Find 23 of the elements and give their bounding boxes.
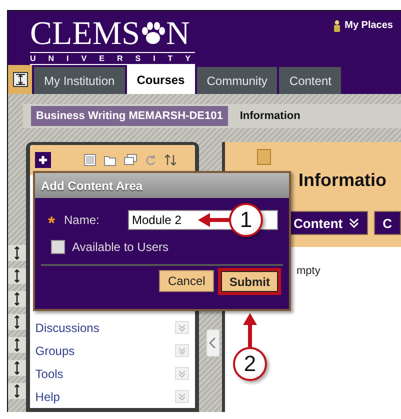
logo-text: N bbox=[166, 17, 190, 51]
nav-tab[interactable]: My Institution bbox=[34, 67, 125, 94]
content-action-button[interactable]: C bbox=[374, 211, 401, 235]
nav-tab[interactable]: Content bbox=[279, 67, 342, 94]
page-breadcrumb: Information bbox=[240, 110, 300, 122]
dialog-button[interactable]: Submit bbox=[218, 268, 281, 295]
empty-message: mpty bbox=[296, 265, 320, 277]
dialog-button[interactable]: Cancel bbox=[158, 270, 214, 292]
page-title: Informatio bbox=[298, 170, 386, 191]
course-menu-item[interactable]: Help bbox=[30, 385, 195, 408]
name-label: Name: bbox=[64, 213, 100, 227]
course-menu-item[interactable]: Tools bbox=[30, 362, 195, 385]
required-mark: * bbox=[48, 212, 56, 232]
course-breadcrumb[interactable]: Business Writing MEMARSH-DE101 bbox=[31, 106, 228, 126]
course-menu-item[interactable]: Discussions bbox=[30, 316, 195, 339]
checkbox-label: Available to Users bbox=[72, 240, 168, 254]
logo-subtitle: UNIVERSITY bbox=[30, 52, 195, 65]
logo-text: CLEMS bbox=[30, 17, 140, 51]
course-menu-item[interactable]: Groups bbox=[30, 339, 195, 362]
nav-tab[interactable]: Courses bbox=[126, 65, 195, 94]
dialog-title: Add Content Area bbox=[41, 178, 143, 192]
nav-tab[interactable]: Community bbox=[196, 67, 278, 94]
my-places-link[interactable]: My Places bbox=[344, 20, 393, 31]
